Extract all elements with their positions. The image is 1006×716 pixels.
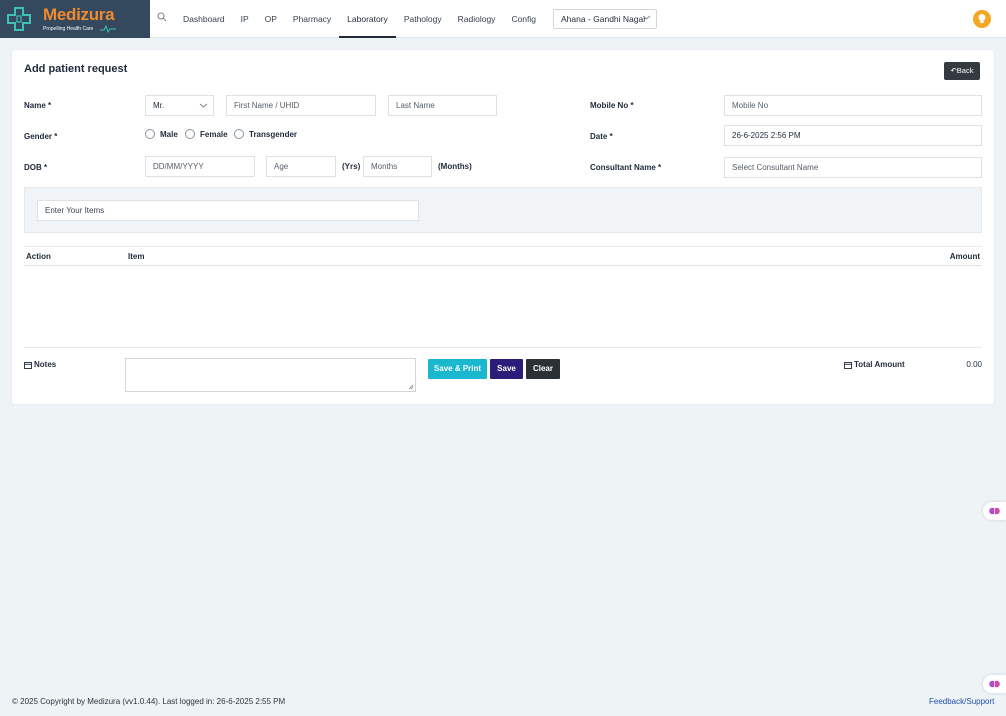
- items-search-panel: Enter Your Items: [24, 187, 982, 233]
- floating-assistant-button[interactable]: [983, 502, 1006, 520]
- first-name-input[interactable]: First Name / UHID: [226, 95, 376, 116]
- months-unit-label: (Months): [438, 162, 472, 171]
- back-button-label: Back: [956, 66, 974, 75]
- items-search-input[interactable]: Enter Your Items: [37, 200, 419, 221]
- radio-circle: [145, 129, 155, 139]
- save-print-button[interactable]: Save & Print: [428, 359, 487, 379]
- heartbeat-pulse-icon: [100, 25, 116, 33]
- notes-label-text: Notes: [34, 360, 57, 369]
- gender-option-label: Male: [160, 129, 178, 139]
- column-header-action: Action: [26, 252, 51, 261]
- date-input[interactable]: 26-6-2025 2:56 PM: [724, 125, 982, 146]
- patient-request-card: Add patient request ↶Back Name * Mr. Fir…: [12, 50, 994, 404]
- chevron-down-icon: [642, 15, 651, 20]
- calendar-icon: [24, 361, 32, 369]
- months-input[interactable]: Months: [363, 156, 432, 177]
- gender-radio-male[interactable]: Male: [145, 129, 178, 139]
- brain-icon: [989, 680, 1000, 688]
- notes-label: Notes: [24, 360, 56, 369]
- top-navbar: Medizura Propelling Health Care Dashboar…: [0, 0, 1006, 38]
- floating-assistant-button-2[interactable]: [983, 675, 1006, 693]
- brain-icon: [989, 507, 1000, 515]
- consultant-label: Consultant Name *: [590, 163, 662, 172]
- title-select-value: Mr.: [153, 101, 165, 110]
- nav-op[interactable]: OP: [257, 0, 285, 38]
- gender-radio-transgender[interactable]: Transgender: [234, 129, 297, 139]
- branch-select[interactable]: Ahana - Gandhi Nagar: [553, 9, 657, 29]
- name-label: Name *: [24, 101, 52, 110]
- column-header-amount: Amount: [949, 252, 980, 261]
- nav-pathology[interactable]: Pathology: [396, 0, 450, 38]
- clear-button[interactable]: Clear: [526, 359, 560, 379]
- nav-config[interactable]: Config: [503, 0, 544, 38]
- mobile-input[interactable]: Mobile No: [724, 95, 982, 116]
- brand-name: Medizura: [43, 5, 115, 24]
- years-unit-label: (Yrs): [342, 162, 361, 171]
- dob-input[interactable]: DD/MM/YYYY: [145, 156, 255, 177]
- consultant-select[interactable]: Select Consultant Name: [724, 157, 982, 178]
- nav-ip[interactable]: IP: [233, 0, 257, 38]
- title-select[interactable]: Mr.: [145, 95, 214, 116]
- feedback-support-link[interactable]: Feedback/Support: [929, 697, 994, 706]
- gender-option-label: Female: [200, 129, 228, 139]
- column-header-item: Item: [128, 252, 145, 261]
- dob-label: DOB *: [24, 163, 48, 172]
- radio-circle: [185, 129, 195, 139]
- chevron-down-icon: [199, 103, 208, 108]
- back-button[interactable]: ↶Back: [944, 62, 980, 80]
- nav-pharmacy[interactable]: Pharmacy: [285, 0, 339, 38]
- notes-textarea[interactable]: [125, 358, 416, 392]
- date-label: Date *: [590, 132, 613, 141]
- total-amount-value: 0.00: [966, 360, 982, 369]
- medical-cross-logo-icon: [7, 7, 31, 31]
- footer-copyright: © 2025 Copyright by Medizura (vv1.0.44).…: [12, 697, 286, 706]
- lightbulb-icon: [978, 14, 986, 23]
- calendar-icon: [844, 361, 852, 369]
- branch-select-value: Ahana - Gandhi Nagar: [561, 14, 647, 24]
- notification-bulb-button[interactable]: [973, 10, 991, 28]
- last-name-input[interactable]: Last Name: [388, 95, 497, 116]
- nav-radiology[interactable]: Radiology: [450, 0, 504, 38]
- nav-dashboard[interactable]: Dashboard: [175, 0, 233, 38]
- resize-grip-icon[interactable]: [408, 384, 414, 390]
- page-title: Add patient request: [24, 63, 128, 75]
- mobile-label: Mobile No *: [590, 101, 634, 110]
- search-icon[interactable]: [157, 12, 167, 22]
- gender-label: Gender *: [24, 132, 58, 141]
- total-amount-label: Total Amount: [844, 360, 905, 369]
- age-input[interactable]: Age: [266, 156, 336, 177]
- radio-circle: [234, 129, 244, 139]
- total-amount-label-text: Total Amount: [854, 360, 905, 369]
- nav-laboratory[interactable]: Laboratory: [339, 0, 396, 38]
- save-button[interactable]: Save: [490, 359, 523, 379]
- brand-logo-block[interactable]: Medizura Propelling Health Care: [0, 0, 150, 38]
- gender-option-label: Transgender: [249, 129, 298, 139]
- table-divider: [24, 347, 982, 348]
- gender-radio-female[interactable]: Female: [185, 129, 228, 139]
- items-table-header: Action Item Amount: [24, 246, 982, 266]
- brand-tagline: Propelling Health Care: [43, 26, 94, 32]
- main-nav: Dashboard IP OP Pharmacy Laboratory Path…: [175, 0, 544, 38]
